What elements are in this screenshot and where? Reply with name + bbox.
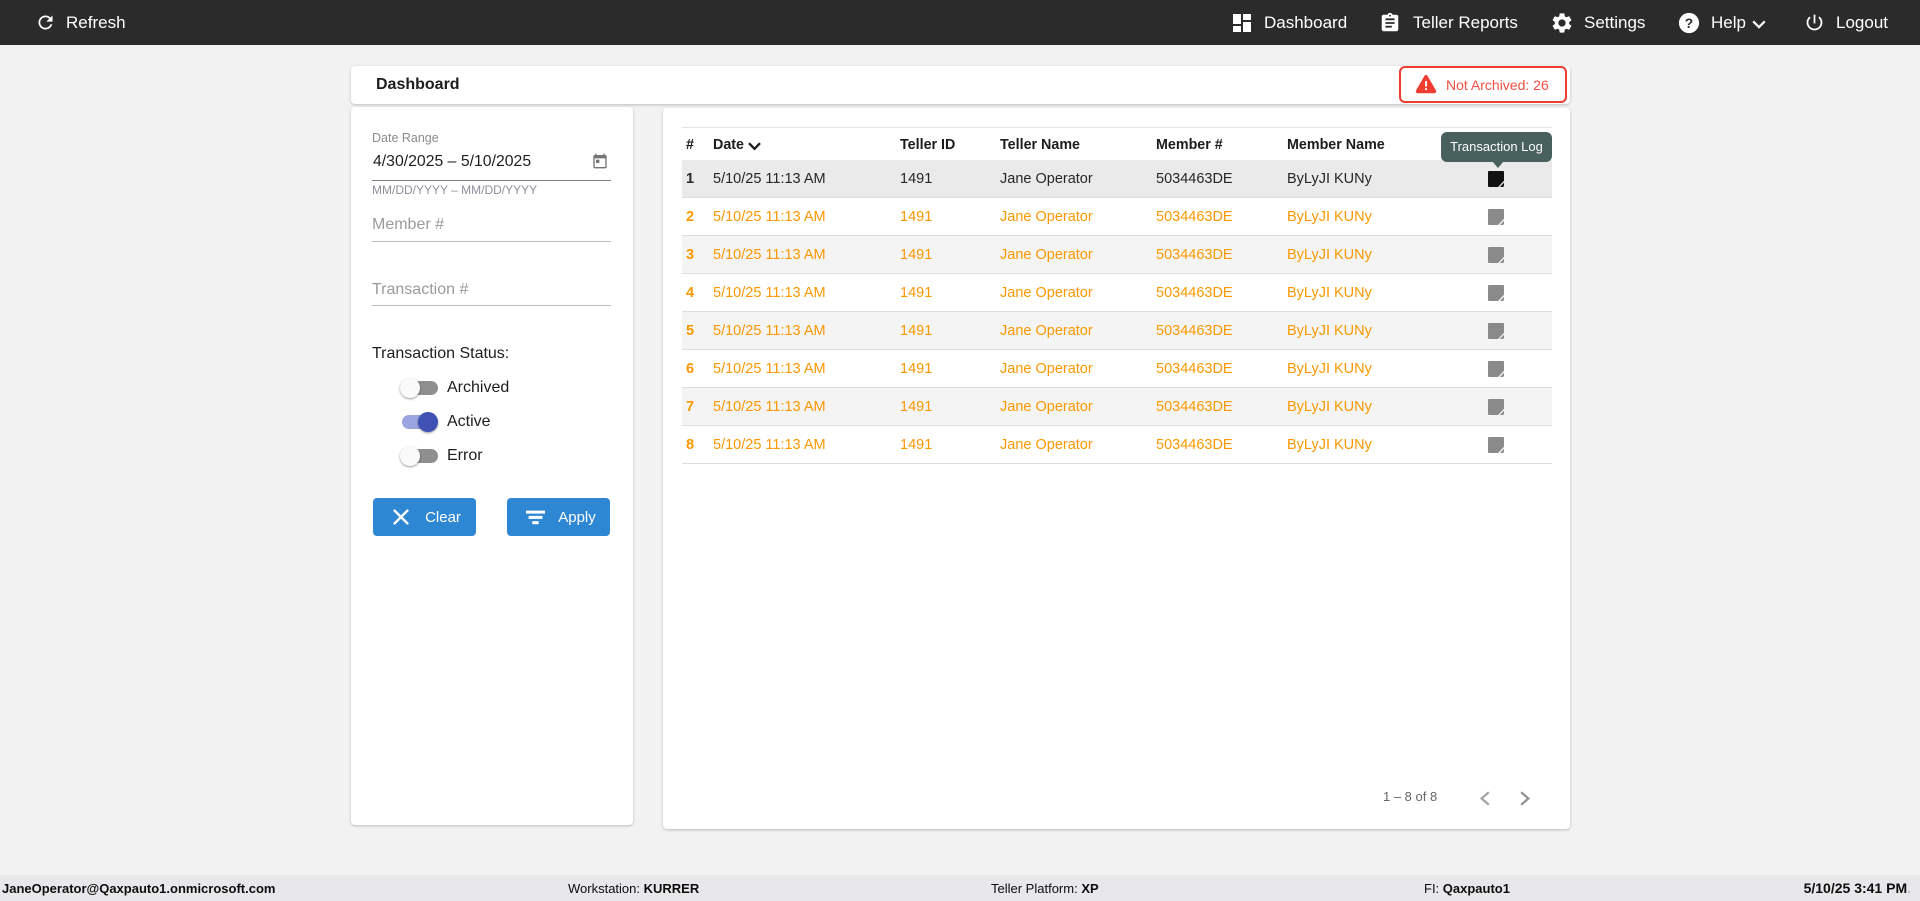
svg-text:?: ? [1685, 15, 1693, 30]
